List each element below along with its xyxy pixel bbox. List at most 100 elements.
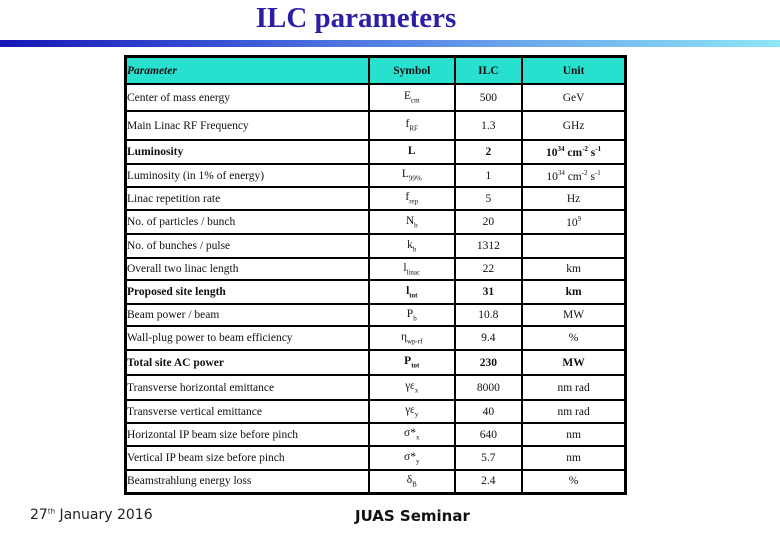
- cell-unit: km: [521, 279, 627, 305]
- cell-ilc-value: 1312: [453, 233, 524, 259]
- symbol-base: σ*: [404, 427, 416, 440]
- symbol-subscript: y: [415, 457, 420, 466]
- header-ilc: ILC: [453, 55, 524, 85]
- header-unit: Unit: [521, 55, 627, 85]
- symbol-subscript: x: [415, 433, 420, 442]
- unit-base: MW: [563, 309, 585, 321]
- table-row: Center of mass energy Ecm 500 GeV: [124, 83, 627, 112]
- cell-parameter: Total site AC power: [124, 349, 370, 376]
- cell-ilc-value: 640: [453, 422, 524, 447]
- date-rest: January 2016: [55, 507, 153, 523]
- table-row: Transverse vertical emittance γεy 40 nm rad: [124, 399, 627, 424]
- cell-parameter: Luminosity (in 1% of energy): [124, 163, 370, 188]
- cell-unit: 1034 cm-2 s-1: [521, 163, 627, 188]
- cell-unit: nm rad: [521, 374, 627, 401]
- cell-unit: km: [521, 257, 627, 281]
- cell-parameter: Proposed site length: [124, 279, 370, 305]
- cell-symbol: Ptot: [367, 349, 456, 376]
- symbol-subscript: x: [414, 386, 419, 395]
- cell-symbol: Nb: [367, 209, 456, 235]
- unit-base: %: [568, 475, 579, 488]
- unit-s-exponent: -1: [594, 168, 601, 177]
- symbol-subscript: b: [412, 245, 417, 254]
- unit-base: nm: [566, 452, 581, 464]
- cell-unit: GHz: [521, 110, 627, 141]
- cell-ilc-value: 22: [453, 257, 524, 281]
- unit-cm: cm: [564, 170, 582, 183]
- symbol-subscript: wp-rf: [406, 337, 423, 346]
- symbol-subscript: tot: [409, 291, 418, 300]
- cell-ilc-value: 5: [453, 186, 524, 211]
- cell-symbol: fRF: [367, 110, 456, 141]
- unit-s: s: [587, 170, 595, 183]
- cell-parameter: Main Linac RF Frequency: [124, 110, 370, 141]
- table-row: Beam power / beam Pb 10.8 MW: [124, 303, 627, 327]
- symbol-subscript: cm: [410, 96, 420, 105]
- table-row: No. of particles / bunch Nb 20 109: [124, 209, 627, 235]
- table-header-row: Parameter Symbol ILC Unit: [124, 55, 627, 85]
- symbol-base: γε: [405, 380, 415, 393]
- cell-unit: nm: [521, 422, 627, 447]
- cell-parameter: Transverse horizontal emittance: [124, 374, 370, 401]
- cell-symbol: σ*x: [367, 422, 456, 447]
- table-row: Vertical IP beam size before pinch σ*y 5.7…: [124, 445, 627, 471]
- cell-symbol: ltot: [367, 279, 456, 305]
- unit-s-exponent: -1: [595, 145, 602, 154]
- cell-symbol: llinac: [367, 257, 456, 281]
- cell-ilc-value: 230: [453, 349, 524, 376]
- table-row: Total site AC power Ptot 230 MW: [124, 349, 627, 376]
- ilc-parameters-table: Parameter Symbol ILC Unit Center of mass…: [124, 55, 627, 495]
- cell-ilc-value: 8000: [453, 374, 524, 401]
- cell-unit: Hz: [521, 186, 627, 211]
- title-gradient-rule: [0, 40, 780, 47]
- table-row: Beamstrahlung energy loss δB 2.4%: [124, 469, 627, 494]
- unit-base: 10: [546, 170, 558, 183]
- symbol-subscript: b: [414, 221, 418, 230]
- cell-ilc-value: 31: [453, 279, 524, 305]
- footer-seminar: JUAS Seminar: [355, 507, 470, 525]
- cell-unit: %: [521, 469, 627, 494]
- symbol-base: L: [401, 168, 409, 181]
- cell-ilc-value: 20: [453, 209, 524, 235]
- symbol-subscript: linac: [406, 268, 421, 277]
- unit-exponent: 34: [557, 145, 565, 154]
- cell-symbol: ηwp-rf: [367, 325, 456, 351]
- cell-parameter: Luminosity: [124, 139, 370, 165]
- cell-ilc-value: 1: [453, 163, 524, 188]
- cell-ilc-value: 5.7: [453, 445, 524, 471]
- table-row: No. of bunches / pulse kb 1312: [124, 233, 627, 259]
- cell-unit: [521, 233, 627, 259]
- unit-base: %: [568, 332, 579, 344]
- date-day: 27: [30, 507, 48, 523]
- unit-base: km: [565, 286, 582, 298]
- unit-base: nm rad: [557, 405, 590, 418]
- cell-parameter: No. of particles / bunch: [124, 209, 370, 235]
- unit-exponent: 34: [557, 168, 565, 177]
- cell-symbol: γεy: [367, 399, 456, 424]
- table-row: Overall two linac length llinac 22 km: [124, 257, 627, 281]
- cell-unit: 1034 cm-2 s-1: [521, 139, 627, 165]
- slide-title: ILC parameters: [255, 2, 457, 34]
- cell-unit: 109: [521, 209, 627, 235]
- cell-ilc-value: 10.8: [453, 303, 524, 327]
- symbol-subscript: rep: [409, 197, 419, 206]
- unit-base: nm: [566, 428, 581, 441]
- cell-symbol: L: [367, 139, 456, 165]
- cell-ilc-value: 9.4: [453, 325, 524, 351]
- cell-symbol: δB: [367, 469, 456, 494]
- cell-unit: nm rad: [521, 399, 627, 424]
- cell-parameter: No. of bunches / pulse: [124, 233, 370, 259]
- table-row: Luminosity (in 1% of energy) L99% 1 1034 cm…: [124, 163, 627, 188]
- cell-unit: GeV: [521, 83, 627, 112]
- cell-parameter: Linac repetition rate: [124, 186, 370, 211]
- cell-ilc-value: 1.3: [453, 110, 524, 141]
- symbol-base: E: [403, 90, 411, 103]
- symbol-subscript: b: [413, 314, 417, 323]
- table-row: Transverse horizontal emittance γεx 8000 nm…: [124, 374, 627, 401]
- cell-symbol: σ*y: [367, 445, 456, 471]
- table-row: Proposed site length ltot 31 km: [124, 279, 627, 305]
- cell-ilc-value: 500: [453, 83, 524, 112]
- symbol-subscript: y: [414, 410, 419, 419]
- cell-parameter: Horizontal IP beam size before pinch: [124, 422, 370, 447]
- unit-base: km: [566, 263, 581, 275]
